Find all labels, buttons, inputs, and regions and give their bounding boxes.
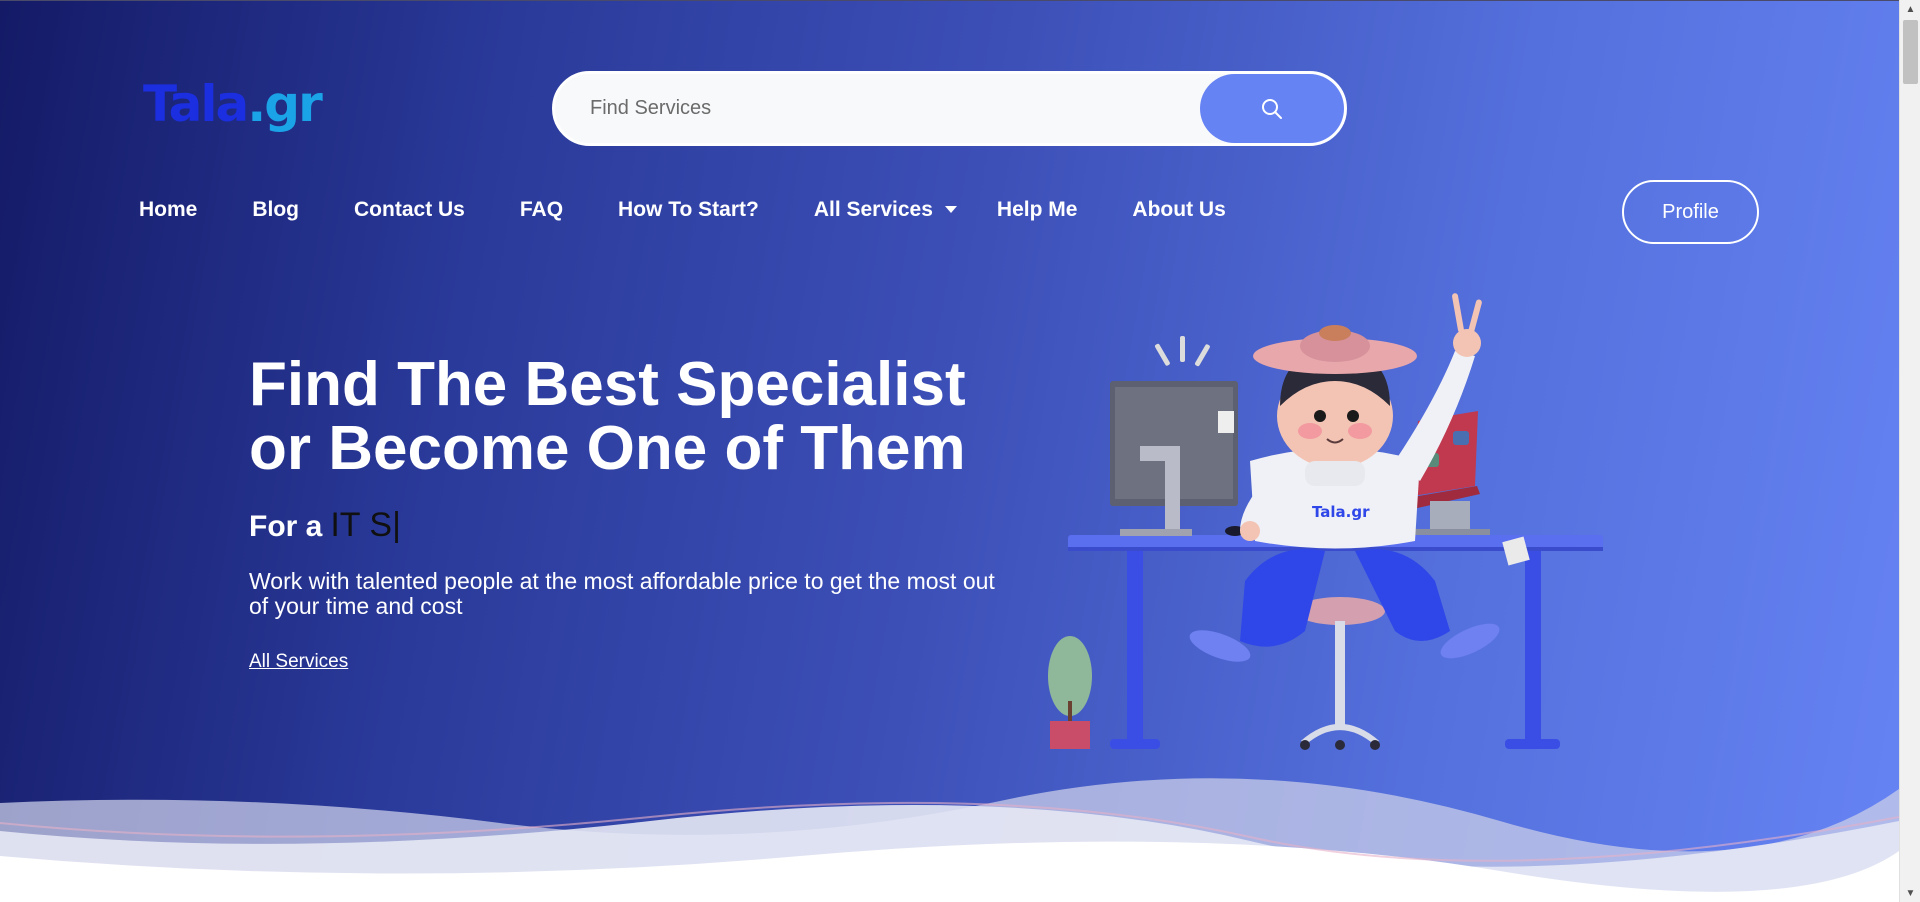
headline-line-2: or Become One of Them <box>249 414 966 483</box>
main-nav: Home Blog Contact Us FAQ How To Start? A… <box>139 198 1281 222</box>
nav-label: How To Start? <box>618 198 759 221</box>
search-bar <box>552 71 1347 146</box>
scroll-down-arrow-icon[interactable]: ▼ <box>1900 884 1920 902</box>
wave-decoration <box>0 778 1899 902</box>
search-button[interactable] <box>1200 74 1344 143</box>
nav-item-all-services[interactable]: All Services <box>814 198 957 222</box>
nav-label: FAQ <box>519 198 564 221</box>
all-services-link[interactable]: All Services <box>249 651 348 673</box>
logo-text-main: Tala <box>143 75 249 133</box>
nav-item-contact-us[interactable]: Contact Us <box>354 198 465 222</box>
search-icon <box>1262 98 1282 119</box>
nav-item-about-us[interactable]: About Us <box>1132 198 1225 222</box>
nav-item-how-to-start[interactable]: How To Start? <box>618 198 759 222</box>
headline-line-1: Find The Best Specialist <box>249 350 966 419</box>
nav-label: Home <box>139 198 198 221</box>
scroll-up-arrow-icon[interactable]: ▲ <box>1900 0 1920 18</box>
nav-label: Help Me <box>996 198 1078 221</box>
page-scrollbar[interactable]: ▲ ▼ <box>1899 0 1920 902</box>
illustration-badge: Tala.gr <box>1312 503 1370 521</box>
typing-cursor: | <box>392 506 401 544</box>
nav-item-faq[interactable]: FAQ <box>520 198 563 222</box>
search-input[interactable] <box>555 74 1200 143</box>
site-logo[interactable]: Tala .gr <box>143 75 323 133</box>
hero-subline: For a IT S | <box>249 506 401 545</box>
caret-down-icon <box>944 206 957 213</box>
hero-section: Tala.gr Home Blog Contact Us FAQ How To … <box>0 0 1899 902</box>
nav-item-help-me[interactable]: Help Me <box>997 198 1078 222</box>
subline-prefix: For a <box>249 510 323 543</box>
profile-button[interactable]: Profile <box>1622 180 1759 244</box>
logo-text-suffix: .gr <box>247 75 322 133</box>
nav-item-blog[interactable]: Blog <box>252 198 299 222</box>
nav-label: Blog <box>252 198 300 221</box>
hero-description: Work with talented people at the most af… <box>249 568 995 619</box>
hero-illustration: Tala.gr <box>1048 293 1603 750</box>
nav-label: Contact Us <box>354 198 465 221</box>
hero-headline: Find The Best Specialist or Become One o… <box>249 353 1009 481</box>
scroll-thumb[interactable] <box>1903 20 1918 84</box>
nav-label: About Us <box>1132 198 1226 221</box>
nav-item-home[interactable]: Home <box>139 198 197 222</box>
nav-label: All Services <box>813 198 933 221</box>
typed-text: IT S <box>330 506 393 544</box>
